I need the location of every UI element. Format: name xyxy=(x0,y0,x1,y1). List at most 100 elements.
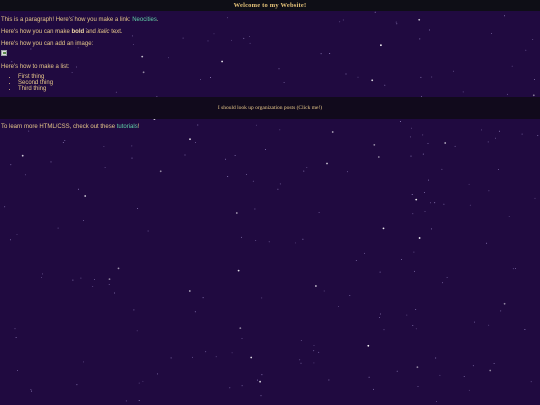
star xyxy=(279,183,281,185)
star xyxy=(429,202,431,204)
star xyxy=(442,282,444,284)
star xyxy=(436,401,438,403)
star xyxy=(159,170,162,173)
star xyxy=(254,208,256,210)
formatting-text-end: text. xyxy=(109,29,123,35)
star xyxy=(328,379,330,381)
star xyxy=(103,146,105,148)
star xyxy=(400,258,402,260)
star xyxy=(239,327,242,329)
footer-text: To learn more HTML/CSS, check out these xyxy=(1,124,117,130)
star xyxy=(16,233,18,235)
star xyxy=(108,283,110,285)
organization-banner[interactable]: I should look up organization posts (Cli… xyxy=(0,97,540,119)
star xyxy=(268,241,270,243)
star xyxy=(417,385,419,387)
star xyxy=(14,328,16,330)
star xyxy=(472,365,474,367)
star xyxy=(379,271,381,273)
star xyxy=(184,154,186,156)
star xyxy=(454,145,456,147)
star xyxy=(373,144,376,146)
intro-text: This is a paragraph! Here's how you make… xyxy=(1,17,133,23)
star xyxy=(92,286,94,288)
star xyxy=(313,344,315,346)
star xyxy=(303,170,305,172)
intro-paragraph: This is a paragraph! Here's how you make… xyxy=(1,17,539,23)
star xyxy=(260,395,262,397)
star xyxy=(15,336,17,338)
star xyxy=(349,295,351,297)
star xyxy=(295,242,297,244)
star xyxy=(430,228,432,230)
star xyxy=(138,382,140,384)
star xyxy=(131,145,133,147)
star xyxy=(234,154,236,156)
bold-text: bold xyxy=(71,29,85,35)
star xyxy=(93,279,95,280)
star xyxy=(409,136,411,138)
star xyxy=(147,230,149,232)
tutorials-link[interactable]: tutorials xyxy=(117,124,138,130)
banner-text: I should look up organization posts (Cli… xyxy=(217,105,323,111)
star xyxy=(205,351,207,353)
star xyxy=(435,357,437,359)
star xyxy=(28,130,30,132)
star xyxy=(415,328,417,330)
star xyxy=(255,239,257,241)
star xyxy=(396,370,398,372)
star xyxy=(142,380,144,382)
star xyxy=(83,361,85,363)
star xyxy=(57,227,59,229)
neocities-link[interactable]: Neocities xyxy=(132,17,157,23)
site-header: Welcome to my Website! xyxy=(0,0,540,11)
star xyxy=(50,161,52,163)
image-text: Here's how you can add an image: xyxy=(1,41,94,47)
star xyxy=(469,204,471,206)
star xyxy=(76,384,78,386)
broken-image-icon xyxy=(1,50,7,56)
star xyxy=(256,379,258,381)
star xyxy=(136,330,138,332)
star xyxy=(10,164,12,166)
star xyxy=(439,374,441,376)
star xyxy=(64,140,66,142)
star xyxy=(235,212,238,214)
star xyxy=(468,183,470,185)
star xyxy=(441,168,443,170)
star xyxy=(72,279,74,281)
star xyxy=(373,388,374,390)
star xyxy=(82,220,84,221)
star xyxy=(537,134,539,136)
star xyxy=(444,142,447,144)
star xyxy=(133,309,135,311)
star xyxy=(495,137,496,139)
star xyxy=(215,356,217,358)
star xyxy=(446,276,448,278)
star xyxy=(377,156,380,158)
star xyxy=(474,321,475,323)
star xyxy=(382,227,385,230)
star xyxy=(30,388,32,390)
example-list: First thing Second thing Third thing xyxy=(1,74,539,92)
star xyxy=(463,376,465,377)
star xyxy=(21,154,24,157)
intro-punctuation: . xyxy=(156,17,159,23)
page-content: Welcome to my Website! This is a paragra… xyxy=(0,0,540,130)
star xyxy=(259,380,261,383)
star xyxy=(414,270,415,272)
star xyxy=(125,400,127,402)
star xyxy=(245,173,247,175)
star xyxy=(486,242,488,244)
star xyxy=(422,153,424,155)
star xyxy=(157,373,158,375)
star xyxy=(241,338,243,340)
italic-text: italic xyxy=(97,29,110,35)
star xyxy=(302,238,304,240)
page-title: Welcome to my Website! xyxy=(233,2,307,9)
star xyxy=(500,310,502,312)
star xyxy=(306,167,308,169)
footer-punctuation: ! xyxy=(137,124,140,130)
star xyxy=(326,162,328,165)
star xyxy=(225,158,227,160)
